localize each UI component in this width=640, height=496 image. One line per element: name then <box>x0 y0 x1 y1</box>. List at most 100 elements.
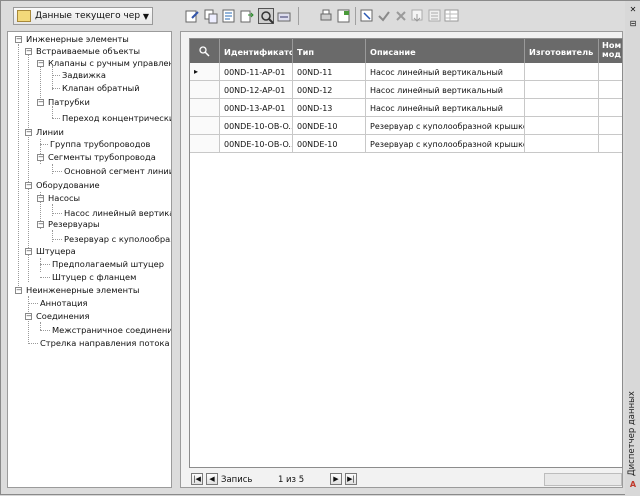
cell-manufacturer[interactable] <box>525 63 599 81</box>
collapse-toggle[interactable]: − <box>37 221 44 228</box>
cell-tag[interactable]: 00NDE-10-OB-O... <box>220 117 293 135</box>
cell-model-number[interactable] <box>599 81 622 99</box>
tree-node-concentric-reducer[interactable]: Переход концентрический <box>62 113 171 123</box>
current-record-field[interactable]: 1 <box>278 475 283 485</box>
cell-tag[interactable]: 00ND-12-AP-01 <box>220 81 293 99</box>
data-source-dropdown[interactable]: Данные текущего чертеж ▼ <box>13 7 153 25</box>
cell-description[interactable]: Резервуар с куполообразной крышкой <box>366 117 525 135</box>
zoom-icon[interactable] <box>258 8 274 24</box>
previous-record-button[interactable]: ◀ <box>206 473 218 485</box>
next-record-button[interactable]: ▶ <box>330 473 342 485</box>
tree-connector <box>40 330 50 331</box>
cell-model-number[interactable] <box>599 63 622 81</box>
row-selector[interactable] <box>190 117 220 135</box>
tree-node-reducers[interactable]: Патрубки <box>48 97 90 107</box>
tree-node-primary-line-segment[interactable]: Основной сегмент линии <box>64 166 171 176</box>
collapse-toggle[interactable]: − <box>37 99 44 106</box>
collapse-toggle[interactable]: − <box>25 313 32 320</box>
tree-node-equipment[interactable]: Оборудование <box>36 180 100 190</box>
row-selector[interactable] <box>190 99 220 117</box>
chevron-down-icon[interactable]: ▼ <box>140 12 152 21</box>
column-header-description[interactable]: Описание <box>366 39 525 63</box>
collapse-toggle[interactable]: − <box>37 60 44 67</box>
cell-description[interactable]: Насос линейный вертикальный <box>366 99 525 117</box>
cell-type[interactable]: 00NDE-10 <box>293 117 366 135</box>
import-icon[interactable] <box>276 8 292 24</box>
data-grid[interactable]: Идентификатор Тип Описание Изготовитель … <box>189 38 623 468</box>
tree-node-line-groups[interactable]: Группа трубопроводов <box>50 139 150 149</box>
cell-type[interactable]: 00ND-12 <box>293 81 366 99</box>
select-icon[interactable] <box>359 8 375 24</box>
tree-node-flow-arrow[interactable]: Стрелка направления потока <box>40 338 170 348</box>
auto-hide-icon[interactable]: ⊟ <box>628 19 638 29</box>
accept-icon[interactable] <box>376 8 392 24</box>
cell-manufacturer[interactable] <box>525 99 599 117</box>
tree-node-non-engineering-items[interactable]: Неинженерные элементы <box>26 285 139 295</box>
move-down-icon[interactable] <box>410 8 426 24</box>
element-tree[interactable]: − Инженерные элементы − Встраиваемые объ… <box>7 31 172 488</box>
export-icon[interactable] <box>239 8 255 24</box>
cell-manufacturer[interactable] <box>525 81 599 99</box>
collapse-toggle[interactable]: − <box>25 182 32 189</box>
collapse-toggle[interactable]: − <box>15 287 22 294</box>
report-icon[interactable] <box>336 8 352 24</box>
cell-tag[interactable]: 00ND-11-AP-01 <box>220 63 293 81</box>
column-header-type[interactable]: Тип <box>293 39 366 63</box>
column-header-manufacturer[interactable]: Изготовитель <box>525 39 599 63</box>
cell-model-number[interactable] <box>599 135 622 153</box>
cell-model-number[interactable] <box>599 99 622 117</box>
cell-manufacturer[interactable] <box>525 117 599 135</box>
tree-node-line-segments[interactable]: Сегменты трубопровода <box>48 152 156 162</box>
collapse-toggle[interactable]: − <box>15 36 22 43</box>
cell-type[interactable]: 00ND-11 <box>293 63 366 81</box>
collapse-toggle[interactable]: − <box>37 154 44 161</box>
cell-description[interactable]: Насос линейный вертикальный <box>366 63 525 81</box>
drawing-icon[interactable] <box>221 8 237 24</box>
tree-node-connectors[interactable]: Соединения <box>36 311 89 321</box>
tree-node-pumps[interactable]: Насосы <box>48 193 80 203</box>
tree-node-inline-assets[interactable]: Встраиваемые объекты <box>36 46 140 56</box>
tree-node-lines[interactable]: Линии <box>36 127 64 137</box>
zoom-to-icon[interactable] <box>190 39 220 63</box>
row-selector[interactable] <box>190 135 220 153</box>
palette-title-bar[interactable]: ✕ ⊟ Диспетчер данных A <box>625 1 640 496</box>
tree-node-engineering-items[interactable]: Инженерные элементы <box>26 34 129 44</box>
close-icon[interactable]: ✕ <box>628 5 638 15</box>
tree-node-assumed-nozzle[interactable]: Предполагаемый штуцер <box>52 259 164 269</box>
tree-node-flanged-nozzle[interactable]: Штуцер с фланцем <box>52 272 136 282</box>
cell-type[interactable]: 00ND-13 <box>293 99 366 117</box>
settings-icon[interactable] <box>427 8 443 24</box>
cell-tag[interactable]: 00ND-13-AP-01 <box>220 99 293 117</box>
collapse-toggle[interactable]: − <box>25 129 32 136</box>
grid-view-icon[interactable] <box>444 8 460 24</box>
collapse-toggle[interactable]: − <box>37 195 44 202</box>
edit-data-icon[interactable] <box>184 8 200 24</box>
cell-description[interactable]: Резервуар с куполообразной крышкой <box>366 135 525 153</box>
collapse-toggle[interactable]: − <box>25 48 32 55</box>
cell-model-number[interactable] <box>599 117 622 135</box>
reject-icon[interactable] <box>393 8 409 24</box>
tree-node-gate-valve[interactable]: Задвижка <box>62 70 106 80</box>
cell-description[interactable]: Насос линейный вертикальный <box>366 81 525 99</box>
tree-node-tanks[interactable]: Резервуары <box>48 219 100 229</box>
tree-node-annotation[interactable]: Аннотация <box>40 298 88 308</box>
column-header-model-number[interactable]: Ном мод <box>599 39 622 63</box>
cell-tag[interactable]: 00NDE-10-OB-O... <box>220 135 293 153</box>
tree-node-hand-valves[interactable]: Клапаны с ручным управление <box>48 58 171 68</box>
tree-node-dome-roof-tank[interactable]: Резервуар с куполообразн <box>64 234 171 244</box>
horizontal-scrollbar[interactable] <box>544 473 622 486</box>
column-header-tag[interactable]: Идентификатор <box>220 39 293 63</box>
row-selector[interactable] <box>190 81 220 99</box>
tree-node-off-page-connector[interactable]: Межстраничное соединение <box>52 325 171 335</box>
last-record-button[interactable]: ▶| <box>345 473 357 485</box>
tree-node-check-valve[interactable]: Клапан обратный <box>62 83 140 93</box>
collapse-toggle[interactable]: − <box>25 248 32 255</box>
copy-icon[interactable] <box>203 8 219 24</box>
cell-type[interactable]: 00NDE-10 <box>293 135 366 153</box>
tree-node-vertical-inline-pump[interactable]: Насос линейный вертикальн <box>64 208 171 218</box>
first-record-button[interactable]: |◀ <box>191 473 203 485</box>
cell-manufacturer[interactable] <box>525 135 599 153</box>
tree-node-nozzles[interactable]: Штуцера <box>36 246 76 256</box>
row-selector[interactable]: ▸ <box>190 63 220 81</box>
print-icon[interactable] <box>318 8 334 24</box>
